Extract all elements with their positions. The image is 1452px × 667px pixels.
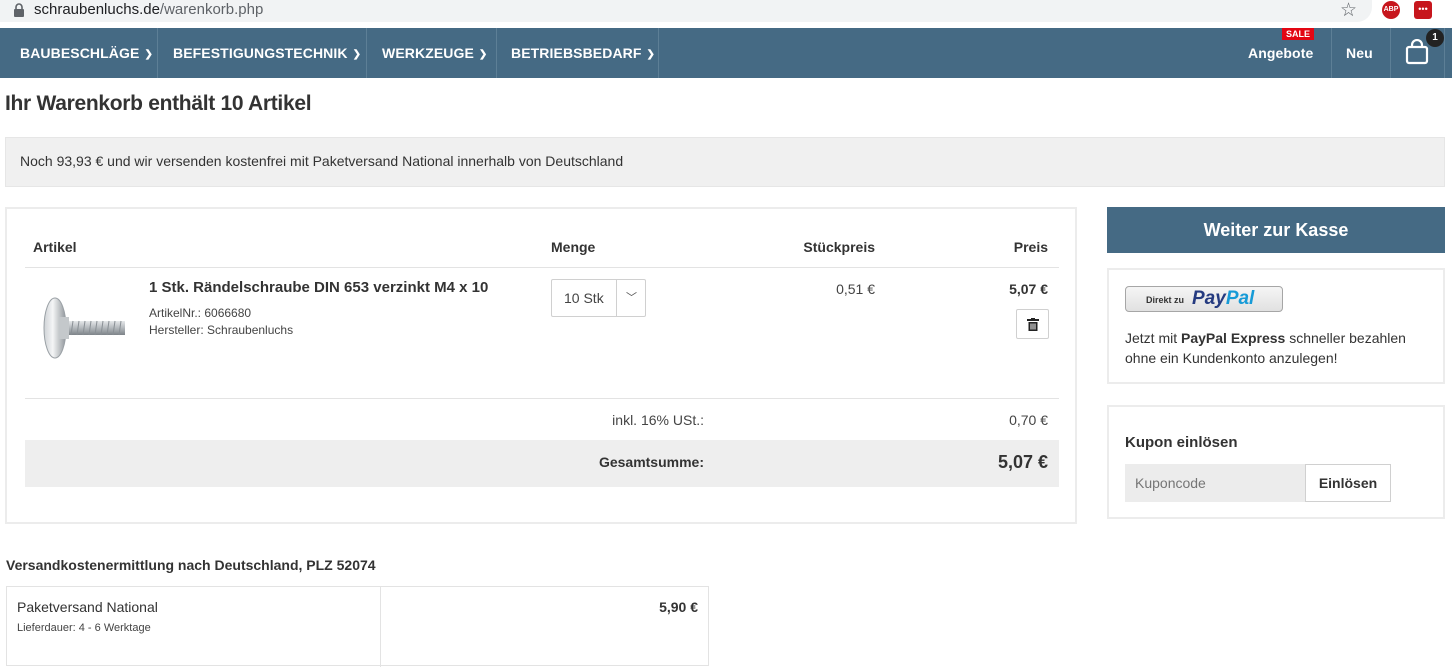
free-shipping-text: Noch 93,93 € und wir versenden kostenfre… bbox=[20, 153, 624, 169]
nav-divider bbox=[157, 28, 158, 78]
cart-count-badge: 1 bbox=[1426, 29, 1444, 47]
column-header-qty: Menge bbox=[551, 239, 596, 255]
main-navigation: BAUBESCHLÄGE ❯ BEFESTIGUNGSTECHNIK ❯ WERKZ… bbox=[0, 28, 1452, 78]
nav-item-label: WERKZEUGE bbox=[382, 45, 474, 61]
nav-item-label: BAUBESCHLÄGE bbox=[20, 45, 140, 61]
unit-price: 0,51 € bbox=[836, 281, 875, 297]
coupon-title: Kupon einlösen bbox=[1125, 434, 1238, 451]
lock-icon bbox=[14, 3, 24, 17]
coupon-box: Kupon einlösen Einlösen bbox=[1107, 405, 1445, 519]
shipping-price: 5,90 € bbox=[659, 599, 698, 615]
nav-item-label: BEFESTIGUNGSTECHNIK bbox=[173, 45, 348, 61]
column-header-article: Artikel bbox=[33, 239, 77, 255]
nav-item-baubeschlaege[interactable]: BAUBESCHLÄGE ❯ bbox=[20, 28, 153, 78]
coupon-input[interactable] bbox=[1125, 464, 1306, 502]
nav-divider bbox=[1390, 28, 1391, 78]
paypal-logo-pay: Pay bbox=[1192, 288, 1226, 309]
quantity-value: 10 Stk bbox=[564, 290, 604, 306]
column-header-price: Preis bbox=[1013, 239, 1048, 255]
total-row: Gesamtsumme: 5,07 € bbox=[25, 440, 1059, 487]
paypal-button-prefix: Direkt zu bbox=[1146, 295, 1185, 305]
table-column-divider bbox=[380, 587, 381, 667]
shipping-delivery-time: Lieferdauer: 4 - 6 Werktage bbox=[17, 622, 151, 634]
product-manufacturer: Hersteller: Schraubenluchs bbox=[149, 323, 294, 337]
nav-divider bbox=[1444, 28, 1445, 78]
total-label: Gesamtsumme: bbox=[598, 454, 704, 470]
nav-divider bbox=[1331, 28, 1332, 78]
paypal-express-box: Direkt zu PayPal Jetzt mit PayPal Expres… bbox=[1107, 268, 1445, 384]
chevron-down-icon: ❯ bbox=[144, 49, 153, 60]
paypal-logo-pal: Pal bbox=[1225, 288, 1255, 309]
paypal-logo: PayPal bbox=[1192, 288, 1254, 310]
chevron-down-icon: ❯ bbox=[646, 49, 656, 60]
shipping-table: Paketversand National Lieferdauer: 4 - 6… bbox=[6, 586, 709, 667]
nav-item-werkzeuge[interactable]: WERKZEUGE ❯ bbox=[382, 28, 487, 78]
chevron-down-icon: ❯ bbox=[352, 49, 362, 60]
page-title: Ihr Warenkorb enthält 10 Artikel bbox=[5, 92, 312, 115]
nav-divider bbox=[496, 28, 497, 78]
total-value: 5,07 € bbox=[997, 452, 1048, 472]
shipping-calculation-title: Versandkostenermittlung nach Deutschland… bbox=[6, 557, 376, 573]
tax-label: inkl. 16% USt.: bbox=[612, 412, 704, 428]
nav-divider bbox=[366, 28, 367, 78]
redeem-coupon-button[interactable]: Einlösen bbox=[1305, 464, 1391, 502]
tax-value: 0,70 € bbox=[1009, 412, 1048, 428]
nav-divider bbox=[658, 28, 659, 78]
divider bbox=[25, 398, 1059, 399]
nav-item-befestigungstechnik[interactable]: BEFESTIGUNGSTECHNIK ❯ bbox=[173, 28, 361, 78]
free-shipping-notice: Noch 93,93 € und wir versenden kostenfre… bbox=[5, 137, 1445, 187]
url-domain: schraubenluchs.de bbox=[34, 1, 160, 18]
product-article-number: ArtikelNr.: 6066680 bbox=[149, 306, 252, 320]
bookmark-star-icon[interactable]: ☆ bbox=[1340, 0, 1357, 22]
checkout-button[interactable]: Weiter zur Kasse bbox=[1107, 207, 1445, 253]
paypal-express-text: Jetzt mit PayPal Express schneller bezah… bbox=[1125, 328, 1435, 368]
url-text[interactable]: schraubenluchs.de/warenkorb.php bbox=[34, 1, 263, 18]
shipping-method-name: Paketversand National bbox=[17, 599, 158, 615]
chevron-down-icon[interactable]: ﹀ bbox=[616, 280, 646, 316]
paypal-express-button[interactable]: Direkt zu PayPal bbox=[1125, 286, 1283, 312]
nav-item-betriebsbedarf[interactable]: BETRIEBSBEDARF ❯ bbox=[511, 28, 655, 78]
line-price: 5,07 € bbox=[1009, 281, 1048, 297]
divider bbox=[25, 267, 1059, 268]
paypal-text-pre: Jetzt mit bbox=[1125, 330, 1182, 346]
remove-item-button[interactable] bbox=[1016, 309, 1049, 339]
paypal-text-bold: PayPal Express bbox=[1181, 330, 1286, 346]
product-image[interactable] bbox=[35, 289, 135, 369]
nav-item-neu[interactable]: Neu bbox=[1346, 28, 1373, 78]
column-header-unit-price: Stückpreis bbox=[803, 239, 875, 255]
cart-table: Artikel Menge Stückpreis Preis 1 Stk. Rä… bbox=[5, 207, 1077, 524]
adblock-extension-icon[interactable]: ABP bbox=[1382, 1, 1400, 19]
nav-item-angebote[interactable]: Angebote bbox=[1248, 28, 1313, 78]
chevron-down-icon: ❯ bbox=[478, 49, 488, 60]
shopping-bag-icon[interactable] bbox=[1405, 39, 1429, 65]
browser-url-bar: schraubenluchs.de/warenkorb.php ☆ ABP ••… bbox=[0, 0, 1452, 28]
product-name-link[interactable]: 1 Stk. Rändelschraube DIN 653 verzinkt M… bbox=[149, 279, 488, 296]
url-path: /warenkorb.php bbox=[159, 1, 264, 18]
trash-icon bbox=[1027, 318, 1039, 331]
quantity-select[interactable]: 10 Stk ﹀ bbox=[551, 279, 646, 317]
extension-icon[interactable]: ••• bbox=[1414, 1, 1432, 19]
nav-item-label: BETRIEBSBEDARF bbox=[511, 45, 642, 61]
